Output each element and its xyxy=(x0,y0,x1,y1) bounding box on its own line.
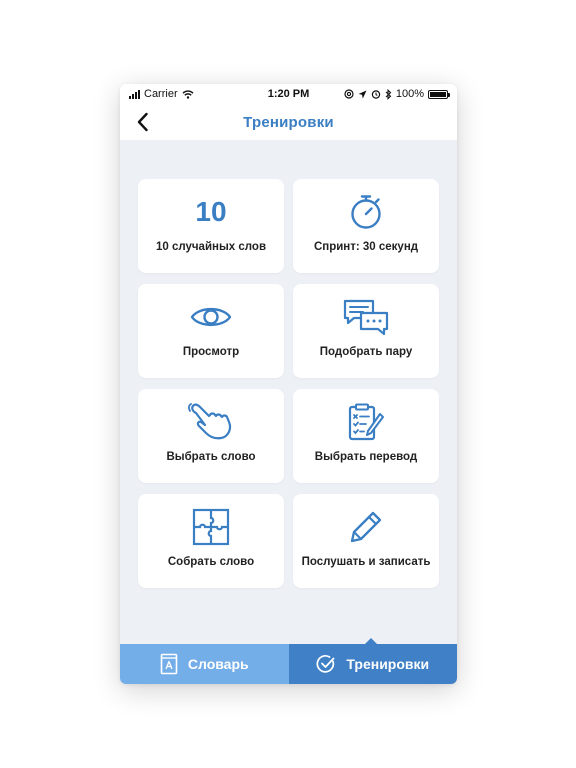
card-label: Выбрать слово xyxy=(166,451,256,463)
pencil-icon xyxy=(350,511,382,543)
phone-screen: Carrier 1:20 PM 100% Тренировки 10 10 сл… xyxy=(120,84,457,684)
dictionary-book-icon xyxy=(160,653,178,675)
check-circle-icon xyxy=(316,655,335,673)
clipboard-checklist-icon xyxy=(348,403,384,441)
eye-icon xyxy=(190,307,232,327)
status-right: 100% xyxy=(344,88,450,100)
card-icon-area xyxy=(293,193,439,231)
stopwatch-icon xyxy=(351,195,381,229)
card-icon-area: 10 xyxy=(138,193,284,231)
tab-label: Словарь xyxy=(187,656,249,672)
card-view[interactable]: Просмотр xyxy=(138,284,284,378)
card-assemble-word[interactable]: Собрать слово xyxy=(138,494,284,588)
location-arrow-icon xyxy=(358,90,367,98)
navigation-bar: Тренировки xyxy=(120,104,457,140)
chat-bubbles-icon xyxy=(343,299,389,336)
card-label: Подобрать пару xyxy=(319,346,413,358)
card-icon-area xyxy=(293,508,439,546)
card-label: Выбрать перевод xyxy=(314,451,418,463)
battery-icon xyxy=(428,89,450,99)
tab-bar: Словарь Тренировки xyxy=(120,638,457,684)
card-label: Собрать слово xyxy=(167,556,255,568)
puzzle-icon xyxy=(192,508,230,546)
alarm-icon xyxy=(371,90,381,99)
card-listen-write[interactable]: Послушать и записать xyxy=(293,494,439,588)
card-icon-area xyxy=(138,298,284,336)
card-random-words[interactable]: 10 10 случайных слов xyxy=(138,179,284,273)
location-at-icon xyxy=(344,89,354,99)
card-choose-word[interactable]: Выбрать слово xyxy=(138,389,284,483)
training-grid: 10 10 случайных слов Спринт: 30 секунд П… xyxy=(120,140,457,644)
tab-dictionary[interactable]: Словарь xyxy=(120,644,289,684)
card-icon-area xyxy=(293,403,439,441)
card-sprint[interactable]: Спринт: 30 секунд xyxy=(293,179,439,273)
pointing-hand-icon xyxy=(188,403,232,440)
page-title: Тренировки xyxy=(243,114,334,131)
card-icon-area xyxy=(138,403,284,441)
bluetooth-icon xyxy=(385,88,392,100)
card-label: 10 случайных слов xyxy=(155,241,267,253)
status-bar: Carrier 1:20 PM 100% xyxy=(120,84,457,104)
card-label: Спринт: 30 секунд xyxy=(313,241,419,253)
active-tab-indicator xyxy=(365,638,377,644)
tab-label: Тренировки xyxy=(346,656,430,672)
card-icon-area xyxy=(138,508,284,546)
card-label: Послушать и записать xyxy=(301,556,431,568)
number-ten-icon: 10 xyxy=(195,196,227,227)
card-label: Просмотр xyxy=(182,346,240,358)
battery-percent: 100% xyxy=(395,88,424,100)
card-match-pair[interactable]: Подобрать пару xyxy=(293,284,439,378)
tab-trainings[interactable]: Тренировки xyxy=(288,644,457,684)
card-icon-area xyxy=(293,298,439,336)
card-choose-translation[interactable]: Выбрать перевод xyxy=(293,389,439,483)
